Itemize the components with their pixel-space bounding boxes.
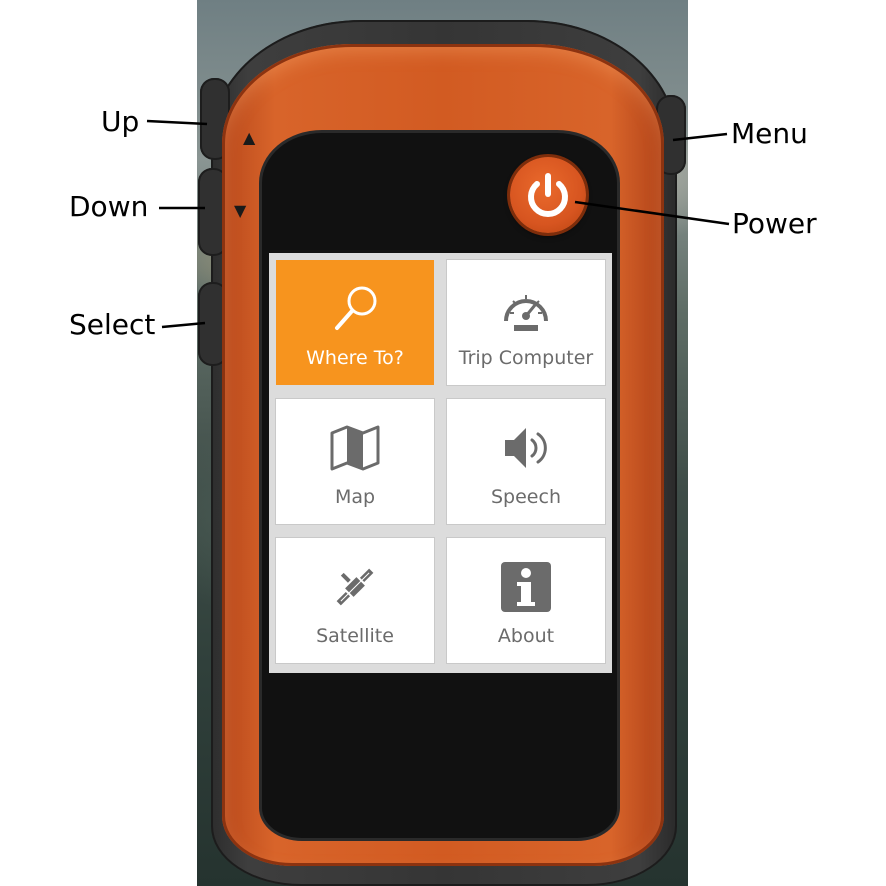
callout-leader-lines bbox=[146, 119, 730, 329]
